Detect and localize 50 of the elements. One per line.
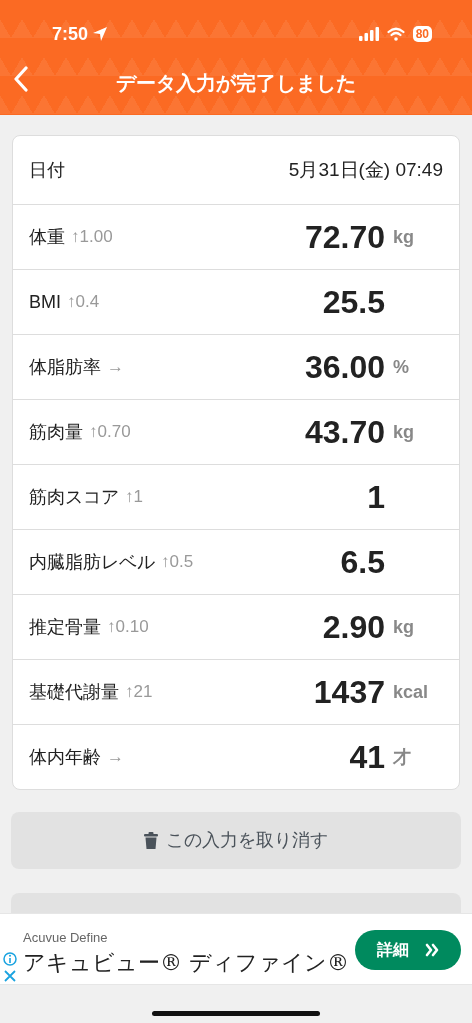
measurement-value: 2.90 xyxy=(322,608,385,647)
measurement-value: 25.5 xyxy=(322,283,385,322)
unit-label: 才 xyxy=(392,745,412,769)
row-label: 基礎代謝量 xyxy=(29,680,119,704)
ad-headline: アキュビュー® ディファイン® xyxy=(23,949,349,977)
unit-label: kg xyxy=(392,615,415,639)
row-label: 日付 xyxy=(29,158,65,182)
row-label: BMI xyxy=(29,290,61,314)
unit-label: kg xyxy=(392,225,415,249)
row-label: 筋肉量 xyxy=(29,420,83,444)
ad-advertiser: Acuvue Define xyxy=(23,929,108,947)
change-indicator: ↑1 xyxy=(125,486,143,509)
measurement-value: 36.00 xyxy=(304,348,385,387)
measurement-value: 1437 xyxy=(313,673,385,712)
row-label: 推定骨量 xyxy=(29,615,101,639)
page-title: データ入力が完了しました xyxy=(116,70,356,96)
change-indicator: ↑0.5 xyxy=(161,551,194,574)
change-indicator: → xyxy=(107,356,124,379)
double-chevron-icon xyxy=(425,943,439,957)
row-label: 体内年齢 xyxy=(29,745,101,769)
undo-button[interactable]: この入力を取り消す xyxy=(11,812,461,869)
unit-label: % xyxy=(392,355,410,379)
battery-level: 80 xyxy=(412,26,432,42)
change-indicator: ↑21 xyxy=(125,681,153,704)
row-label: 内臓脂肪レベル xyxy=(29,550,155,574)
info-icon xyxy=(3,952,17,966)
row-label: 筋肉スコア xyxy=(29,485,119,509)
change-indicator: ↑1.00 xyxy=(71,226,113,249)
measurement-value: 72.70 xyxy=(304,218,385,257)
signal-icon xyxy=(358,27,379,41)
status-time: 7:50 xyxy=(52,22,89,46)
measurement-value: 43.70 xyxy=(304,413,385,452)
row-label: 体重 xyxy=(29,225,65,249)
date-value: 5月31日(金) 07:49 xyxy=(288,157,443,182)
measurement-value: 6.5 xyxy=(340,543,385,582)
back-button[interactable] xyxy=(14,66,28,92)
unit-label: kg xyxy=(392,420,415,444)
change-indicator: → xyxy=(107,746,124,769)
wifi-icon xyxy=(386,27,405,41)
measurement-value: 1 xyxy=(367,478,385,517)
change-indicator: ↑0.4 xyxy=(67,291,100,314)
location-arrow-icon xyxy=(92,26,109,42)
change-indicator: ↑0.70 xyxy=(89,421,131,444)
unit-label: kcal xyxy=(392,680,430,704)
trash-icon xyxy=(144,832,158,849)
close-icon[interactable] xyxy=(4,970,16,982)
row-label: 体脂肪率 xyxy=(29,355,101,379)
change-indicator: ↑0.10 xyxy=(107,616,149,639)
ad-details-button[interactable]: 詳細 xyxy=(355,930,461,970)
measurement-value: 41 xyxy=(349,738,385,777)
